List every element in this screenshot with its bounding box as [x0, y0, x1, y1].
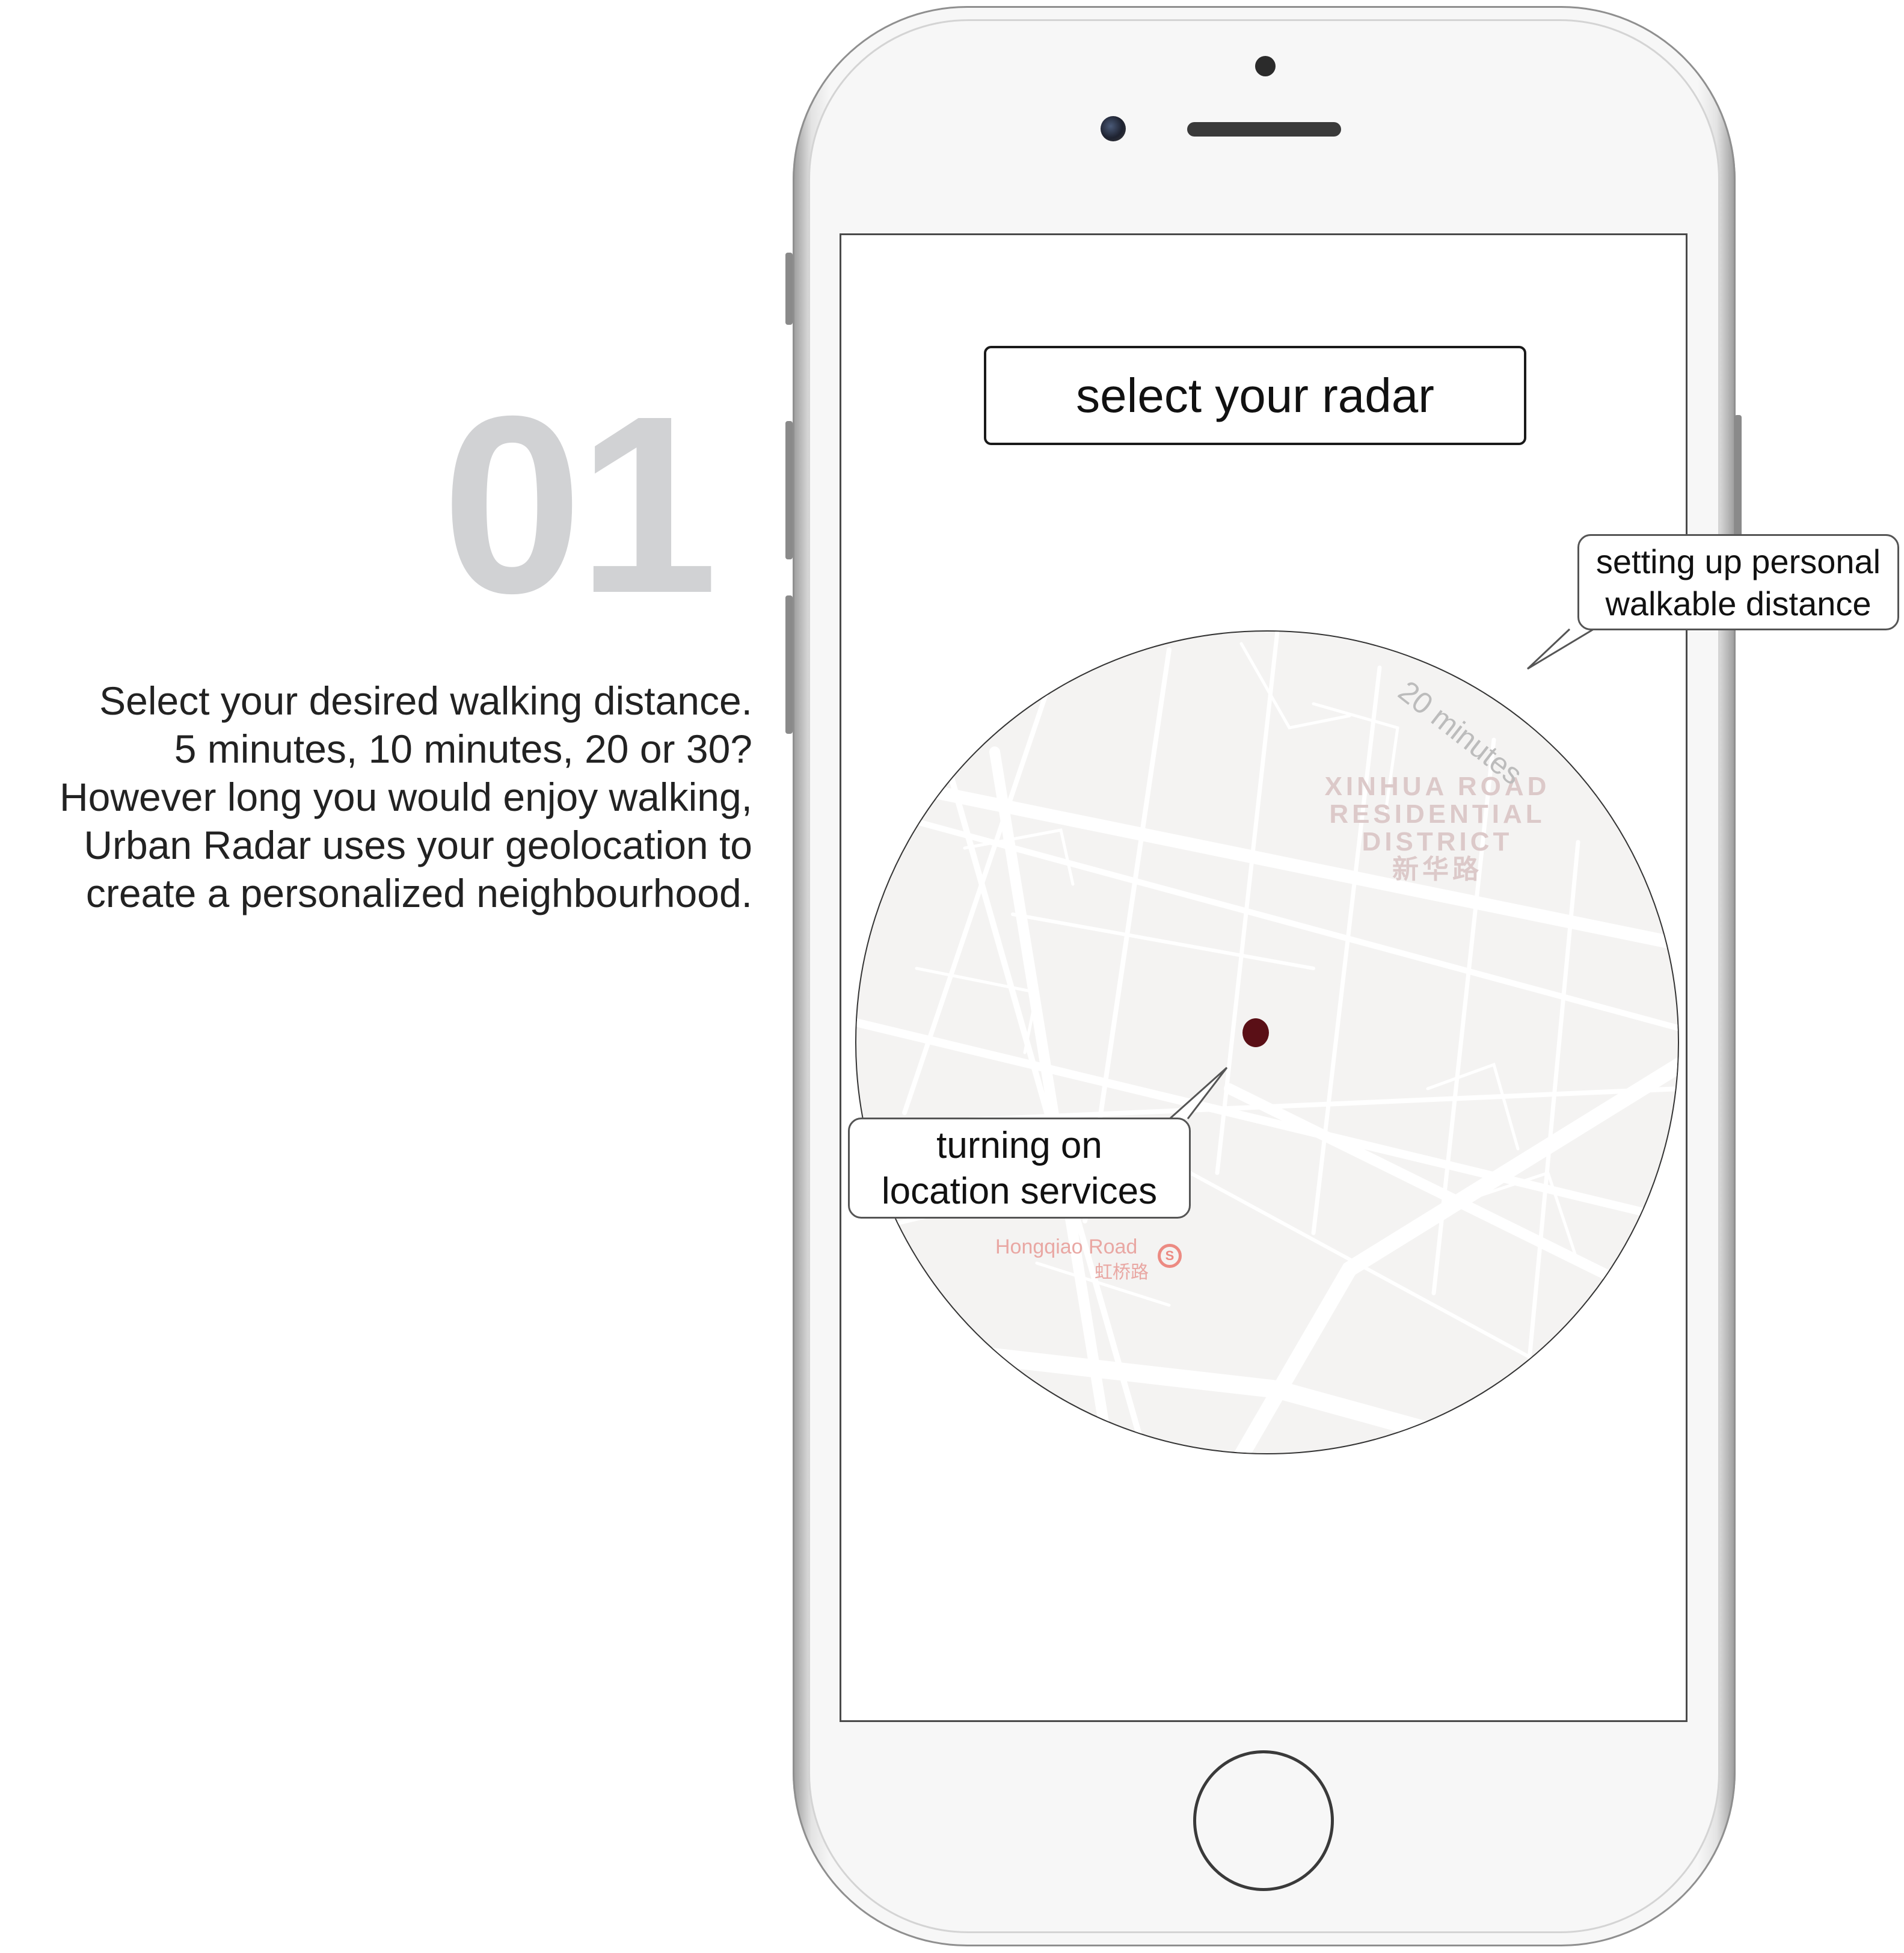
callout-line: turning on — [936, 1125, 1102, 1166]
district-line: DISTRICT — [1362, 827, 1513, 857]
home-button-icon[interactable] — [1193, 1750, 1334, 1891]
description-line: Select your desired walking distance. — [99, 678, 752, 723]
callout-line: setting up personal — [1595, 543, 1881, 580]
description-line: However long you would enjoy walking, — [60, 775, 752, 819]
select-radar-button[interactable]: select your radar — [984, 346, 1526, 445]
station-label-cn: 虹桥路 — [1095, 1263, 1149, 1282]
description-text: Select your desired walking distance. 5 … — [0, 677, 752, 917]
metro-station-icon: S — [1158, 1244, 1182, 1268]
location-callout: turning on location services — [848, 1118, 1191, 1219]
district-line: XINHUA ROAD — [1324, 772, 1550, 801]
mute-switch — [785, 253, 793, 325]
distance-callout: setting up personal walkable distance — [1577, 534, 1899, 630]
radar-map[interactable] — [855, 630, 1679, 1454]
district-line: 新华路 — [1392, 855, 1482, 884]
callout-line: walkable distance — [1605, 585, 1872, 623]
callout-line: location services — [881, 1170, 1158, 1212]
volume-down-button — [785, 595, 793, 734]
volume-up-button — [785, 421, 793, 559]
speaker-icon — [1187, 122, 1341, 137]
proximity-sensor-icon — [1255, 56, 1276, 76]
map-streets — [856, 632, 1678, 1453]
step-number: 01 — [441, 364, 718, 646]
station-label: Hongqiao Road — [995, 1235, 1138, 1258]
description-line: create a personalized neighbourhood. — [85, 871, 752, 915]
location-pin-icon[interactable] — [1242, 1018, 1269, 1047]
front-camera-icon — [1101, 116, 1126, 141]
district-line: RESIDENTIAL — [1329, 799, 1546, 829]
description-line: 5 minutes, 10 minutes, 20 or 30? — [174, 727, 752, 771]
description-line: Urban Radar uses your geolocation to — [84, 823, 752, 867]
district-label: XINHUA ROAD RESIDENTIAL DISTRICT 新华路 — [1287, 773, 1588, 884]
